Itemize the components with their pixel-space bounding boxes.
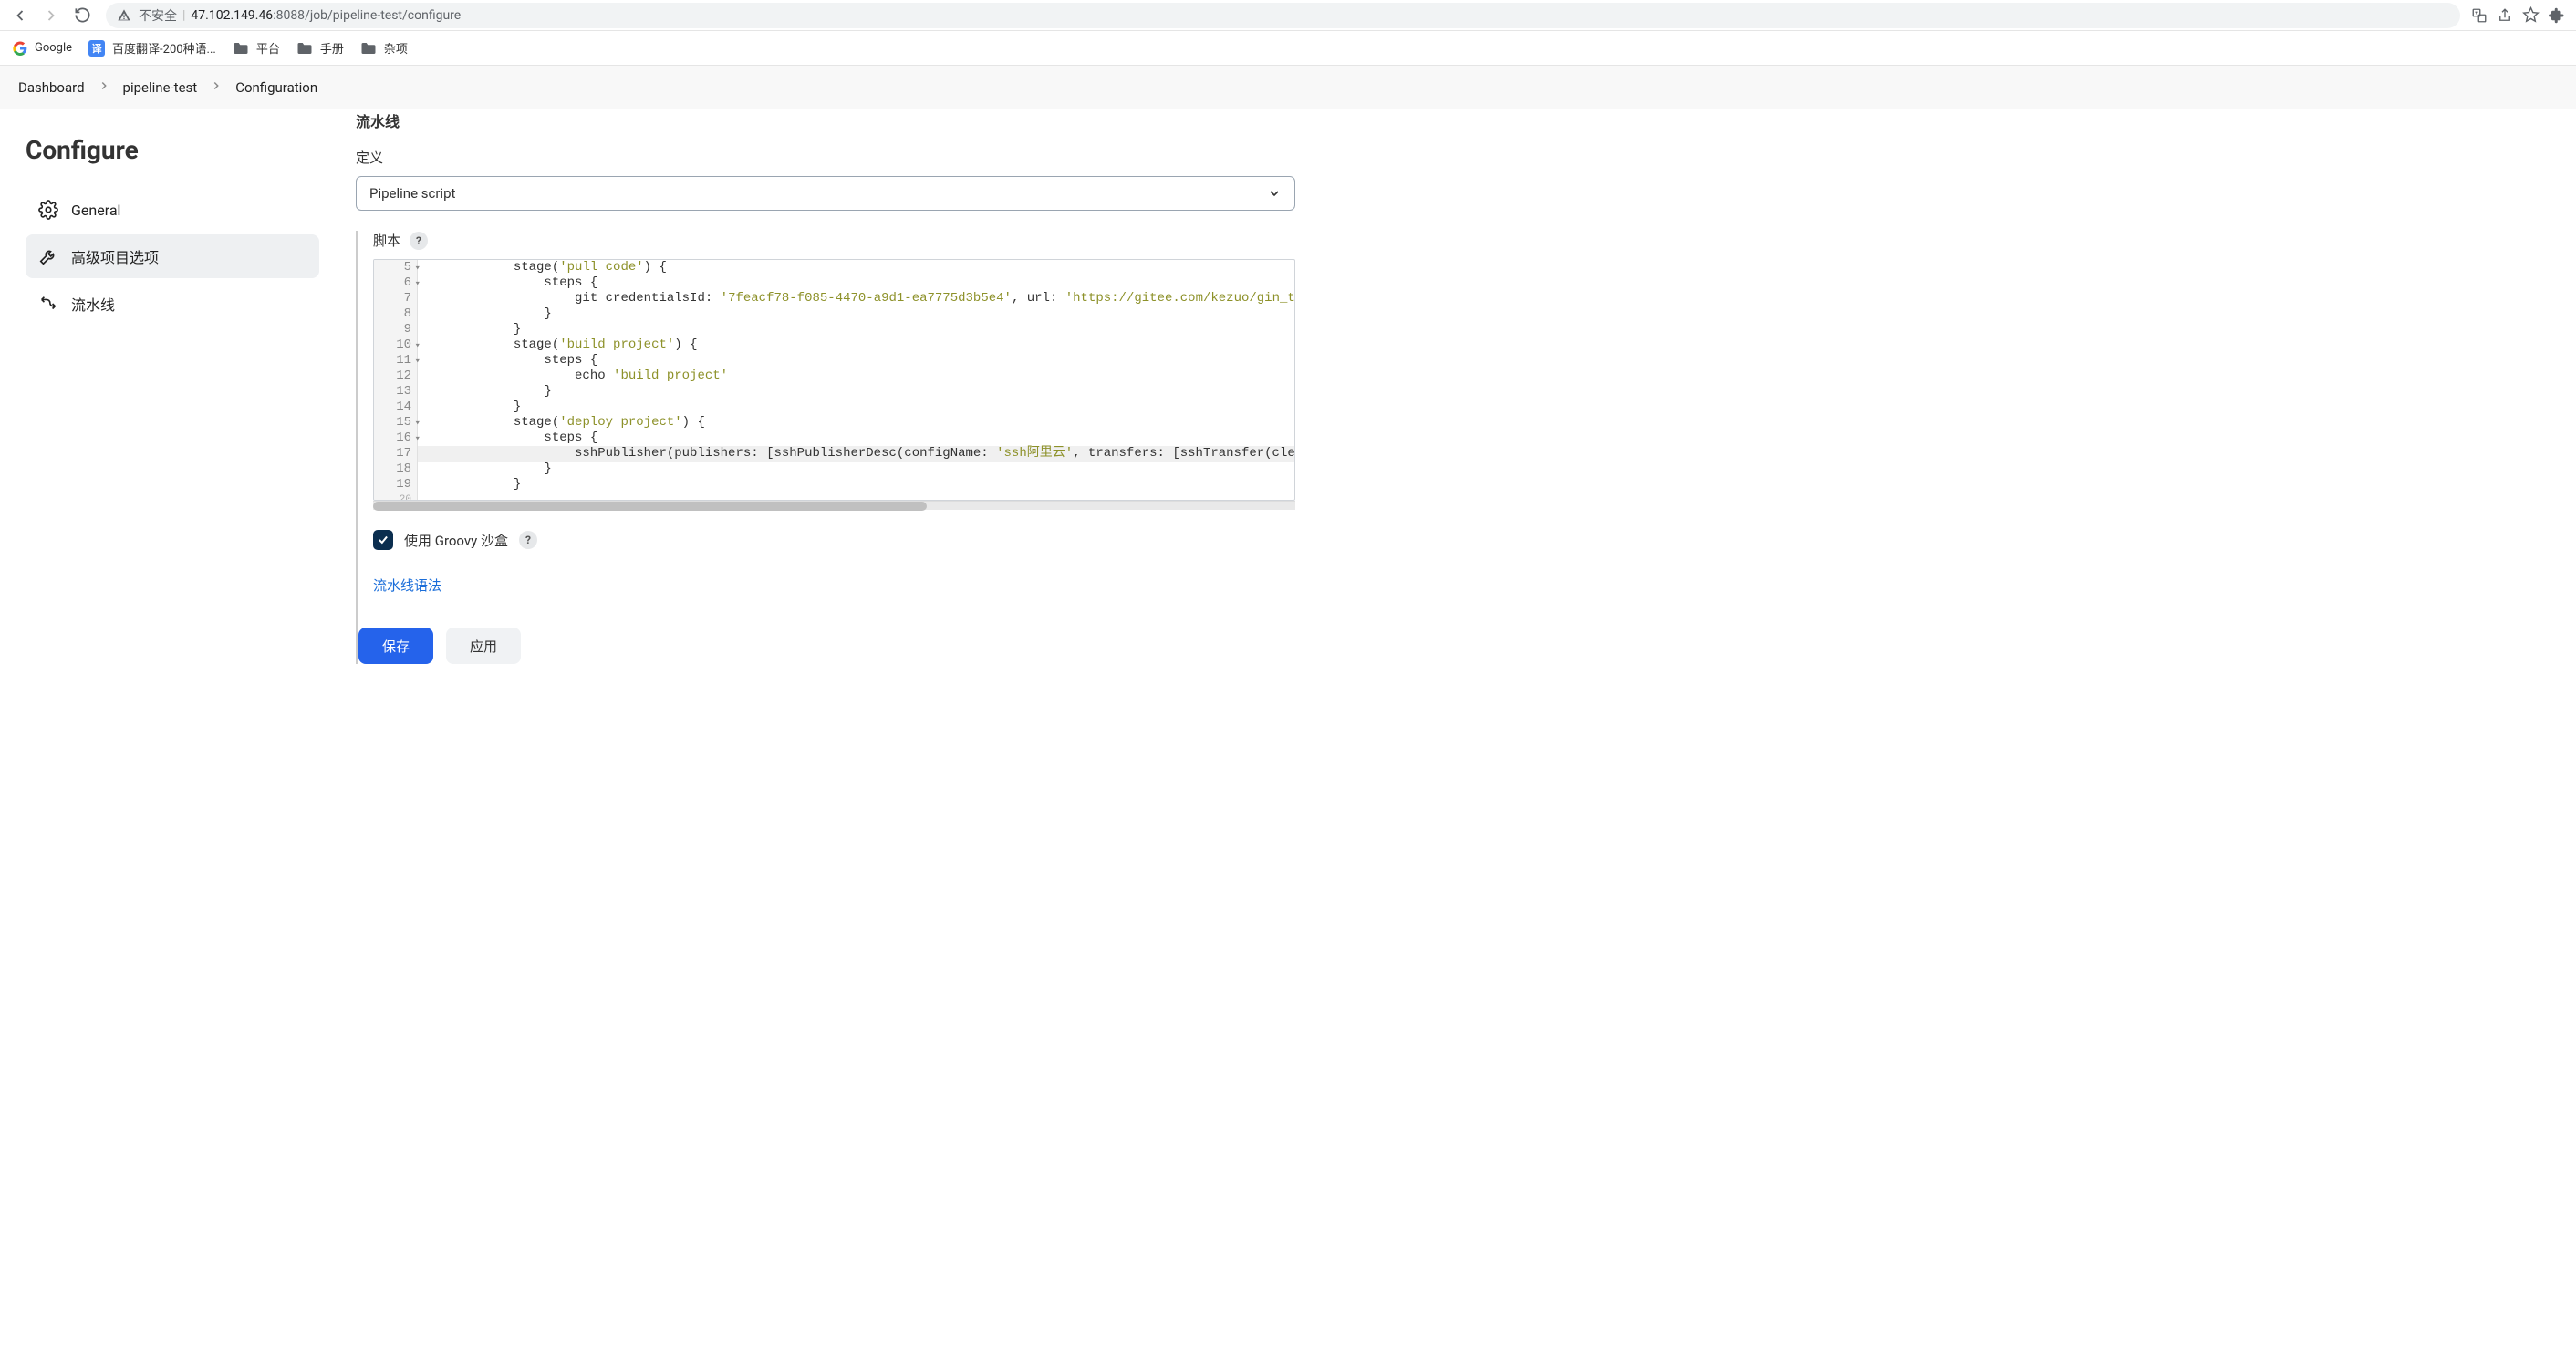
sandbox-help-button[interactable]: ? (519, 531, 537, 549)
section-title-pipeline: 流水线 (356, 109, 1295, 131)
bookmarks-bar: Google 译 百度翻译-200种语... 平台 手册 杂项 (0, 31, 2576, 66)
crumb-dashboard[interactable]: Dashboard (18, 79, 85, 96)
scrollbar-thumb[interactable] (373, 502, 927, 511)
folder-icon (360, 41, 377, 56)
chevron-down-icon (1267, 186, 1282, 201)
definition-label: 定义 (356, 148, 1295, 167)
config-sidebar: Configure General 高级项目选项 流水线 (0, 109, 338, 700)
check-icon (377, 534, 390, 546)
save-button[interactable]: 保存 (358, 628, 433, 664)
pipeline-syntax-link[interactable]: 流水线语法 (373, 577, 441, 594)
star-icon[interactable] (2522, 6, 2540, 24)
script-editor[interactable]: 567891011121314151617181920 stage('pull … (373, 259, 1295, 501)
editor-body[interactable]: stage('pull code') { steps { git credent… (418, 260, 1294, 500)
definition-value: Pipeline script (369, 185, 455, 202)
reload-button[interactable] (69, 3, 95, 28)
folder-icon (296, 41, 313, 56)
config-content: 流水线 定义 Pipeline script 脚本 ? 567891011121… (338, 109, 1332, 700)
folder-icon (233, 41, 249, 56)
bookmark-label: 平台 (256, 39, 280, 57)
share-icon[interactable] (2497, 7, 2513, 24)
address-bar[interactable]: 不安全 | 47.102.149.46:8088/job/pipeline-te… (106, 3, 2460, 28)
extensions-icon[interactable] (2549, 7, 2565, 24)
sidebar-item-label: General (71, 202, 120, 219)
bookmark-folder-platform[interactable]: 平台 (233, 39, 280, 57)
sandbox-label: 使用 Groovy 沙盒 (404, 531, 508, 550)
extension-icons (2471, 6, 2569, 24)
script-label: 脚本 (373, 231, 400, 250)
bookmark-baidu-translate[interactable]: 译 百度翻译-200种语... (88, 39, 216, 57)
bookmark-folder-manual[interactable]: 手册 (296, 39, 344, 57)
sidebar-item-general[interactable]: General (26, 189, 319, 231)
insecure-icon (117, 8, 131, 23)
url-host: 47.102.149.46 (191, 8, 273, 23)
script-help-button[interactable]: ? (410, 232, 428, 250)
sidebar-item-pipeline[interactable]: 流水线 (26, 282, 319, 326)
url-path: /job/pipeline-test/configure (305, 8, 461, 23)
translate-icon[interactable] (2471, 7, 2488, 24)
browser-toolbar: 不安全 | 47.102.149.46:8088/job/pipeline-te… (0, 0, 2576, 31)
gear-icon (38, 200, 58, 220)
bookmark-label: Google (35, 41, 72, 55)
insecure-label: 不安全 (139, 6, 177, 25)
crumb-page[interactable]: Configuration (235, 79, 317, 96)
bookmark-label: 手册 (320, 39, 344, 57)
breadcrumb: Dashboard pipeline-test Configuration (0, 66, 2576, 109)
crumb-job[interactable]: pipeline-test (123, 79, 198, 96)
sandbox-checkbox[interactable] (373, 530, 393, 550)
chevron-right-icon (210, 79, 223, 96)
editor-gutter: 567891011121314151617181920 (374, 260, 418, 500)
sidebar-item-advanced[interactable]: 高级项目选项 (26, 234, 319, 278)
forward-button[interactable] (38, 3, 64, 28)
google-icon (13, 41, 27, 56)
pipeline-icon (38, 294, 58, 314)
bookmark-label: 百度翻译-200种语... (112, 39, 216, 57)
wrench-icon (38, 246, 58, 266)
url-port: :8088 (273, 8, 305, 23)
chevron-right-icon (98, 79, 110, 96)
back-button[interactable] (7, 3, 33, 28)
bookmark-label: 杂项 (384, 39, 408, 57)
sidebar-item-label: 流水线 (71, 293, 115, 315)
definition-select[interactable]: Pipeline script (356, 176, 1295, 211)
bookmark-folder-misc[interactable]: 杂项 (360, 39, 408, 57)
sidebar-item-label: 高级项目选项 (71, 245, 159, 267)
page-title: Configure (26, 135, 319, 165)
editor-horizontal-scrollbar[interactable] (373, 501, 1295, 510)
translate-badge-icon: 译 (88, 40, 105, 57)
bookmark-google[interactable]: Google (13, 41, 72, 56)
apply-button[interactable]: 应用 (446, 628, 521, 664)
